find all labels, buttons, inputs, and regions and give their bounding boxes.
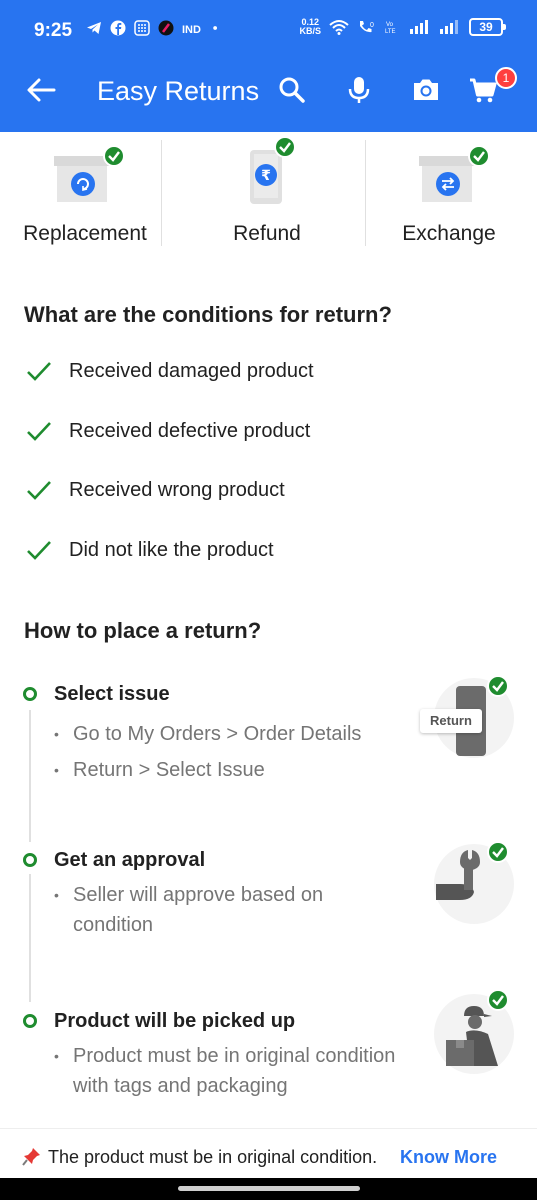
system-nav-bar [0, 1178, 537, 1200]
return-type-label: Exchange [402, 222, 496, 245]
pickup-illustration [430, 989, 516, 1076]
network-speed: 0.12 KB/S [299, 18, 321, 36]
bottom-note-text: The product must be in original conditio… [48, 1147, 378, 1167]
status-left-icons: IND [86, 20, 222, 36]
step-bullet-text: Return > Select Issue [73, 759, 265, 781]
pushpin-icon [22, 1148, 40, 1166]
check-icon [27, 362, 51, 381]
check-icon [27, 422, 51, 441]
net-speed-unit: KB/S [299, 26, 321, 36]
step-title: Product will be picked up [54, 1010, 296, 1032]
condition-text: Received wrong product [69, 478, 285, 501]
bottom-note-bar: The product must be in original conditio… [0, 1128, 537, 1178]
battery-indicator: 39 [469, 18, 506, 36]
return-type-replacement[interactable]: Replacement [0, 132, 170, 252]
step-bullet-text: Seller will approve based on condition [73, 884, 324, 936]
replacement-icon [54, 145, 125, 202]
return-type-label: Refund [233, 222, 301, 245]
ind-app-icon: IND [182, 24, 201, 36]
svg-text:0: 0 [370, 22, 374, 29]
step-bullet: • Return > Select Issue [54, 755, 265, 786]
divider [161, 140, 162, 246]
step-title: Get an approval [54, 849, 206, 871]
facebook-icon [110, 20, 126, 36]
condition-item: Received defective product [26, 416, 310, 446]
refund-rupee-icon: ₹ [250, 136, 296, 204]
check-icon [27, 481, 51, 500]
return-type-refund[interactable]: ₹ Refund [182, 132, 352, 252]
status-right-icons: 0.12 KB/S 0 Vo LTE 39 [299, 18, 506, 36]
volte-icon: VoLTE [385, 22, 396, 35]
step-bullet-text: Product must be in original condition wi… [73, 1045, 396, 1097]
status-bar: 9:25 IND 0.12 KB/S 0 Vo LTE 39 [0, 0, 537, 48]
back-arrow-icon[interactable] [24, 74, 60, 106]
grid-app-icon [134, 20, 150, 36]
cart-count-badge: 1 [495, 67, 517, 89]
status-time: 9:25 [34, 20, 73, 41]
page-title: Easy Returns [97, 76, 260, 106]
call-icon: 0 [360, 21, 374, 33]
search-icon[interactable] [276, 74, 308, 106]
app-icon [158, 20, 174, 36]
condition-item: Did not like the product [26, 535, 274, 565]
svg-text:Vo: Vo [386, 22, 394, 28]
how-to-title: How to place a return? [24, 618, 262, 643]
gesture-handle[interactable] [178, 1186, 360, 1191]
know-more-link[interactable]: Know More [400, 1147, 497, 1168]
microphone-icon[interactable] [343, 74, 375, 106]
exchange-icon [419, 145, 490, 202]
condition-text: Did not like the product [69, 538, 274, 561]
timeline-line [29, 710, 31, 842]
timeline-line [29, 874, 31, 1002]
step-bullet: • Product must be in original condition w… [54, 1041, 409, 1101]
check-icon [27, 541, 51, 560]
step-bullet: • Go to My Orders > Order Details [54, 719, 361, 750]
app-bar: Easy Returns [0, 48, 537, 132]
step-dot [23, 853, 37, 867]
step-bullet: • Seller will approve based on condition [54, 880, 374, 940]
wifi-icon [329, 20, 349, 35]
dot-icon [213, 26, 217, 30]
condition-item: Received wrong product [26, 475, 285, 505]
condition-text: Received defective product [69, 419, 311, 442]
signal-icon [410, 20, 428, 34]
svg-text:₹: ₹ [261, 168, 271, 184]
step-dot [23, 687, 37, 701]
condition-item: Received damaged product [26, 356, 314, 386]
svg-text:LTE: LTE [385, 29, 396, 35]
return-type-exchange[interactable]: Exchange [364, 132, 534, 252]
return-type-label: Replacement [23, 222, 147, 245]
approval-illustration [430, 840, 516, 926]
delivery-person-icon [434, 989, 514, 1074]
condition-text: Received damaged product [69, 359, 314, 382]
step-dot [23, 1014, 37, 1028]
telegram-icon [87, 22, 101, 34]
wrench-hand-icon [434, 841, 514, 924]
return-types: Replacement ₹ Refund Exchange [0, 132, 537, 252]
select-issue-illustration: Return [420, 676, 516, 762]
camera-icon[interactable] [410, 74, 442, 106]
conditions-title: What are the conditions for return? [24, 302, 392, 327]
svg-text:IND: IND [182, 24, 201, 36]
step-bullet-text: Go to My Orders > Order Details [73, 723, 362, 745]
signal-icon-2 [440, 20, 458, 34]
return-label-tag: Return [420, 709, 482, 733]
step-title: Select issue [54, 683, 170, 705]
